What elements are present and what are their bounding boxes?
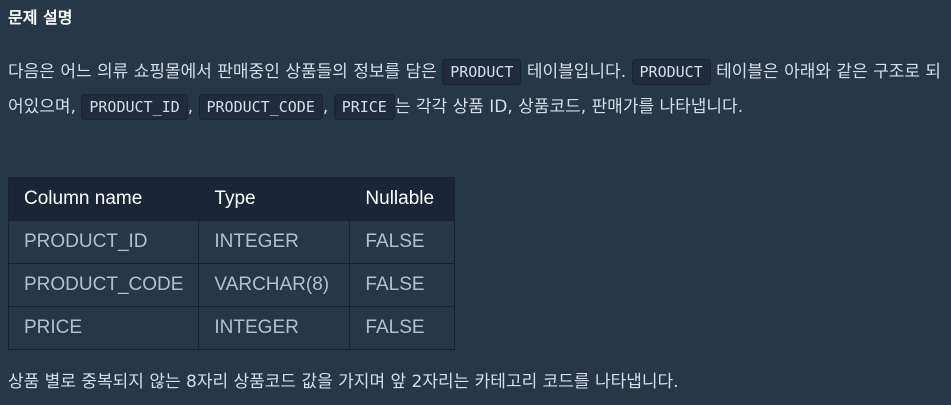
table-cell: PRICE — [7, 306, 200, 350]
table-row: PRODUCT_CODE VARCHAR(8) FALSE — [7, 263, 456, 307]
problem-description: 문제 설명 다음은 어느 의류 쇼핑몰에서 판매중인 상품들의 정보를 담은 P… — [0, 0, 951, 405]
schema-table: Column name Type Nullable PRODUCT_ID INT… — [7, 177, 456, 350]
inline-code-product-id: PRODUCT_ID — [81, 94, 188, 120]
table-cell: INTEGER — [198, 306, 351, 350]
table-cell: INTEGER — [198, 220, 351, 264]
inline-code-price: PRICE — [333, 94, 395, 120]
inline-code-product: PRODUCT — [442, 59, 522, 85]
inline-code-product-code: PRODUCT_CODE — [198, 94, 323, 120]
section-heading: 문제 설명 — [8, 8, 73, 27]
table-cell: PRODUCT_ID — [7, 220, 200, 264]
description-text: 테이블입니다. — [521, 62, 632, 82]
description-text: , — [187, 97, 199, 117]
table-cell: FALSE — [349, 263, 456, 307]
table-header-row: Column name Type Nullable — [7, 177, 456, 221]
description-text: 는 각각 상품 ID, 상품코드, 판매가를 나타냅니다. — [394, 97, 744, 117]
inline-code-product: PRODUCT — [631, 59, 711, 85]
table-row: PRODUCT_ID INTEGER FALSE — [7, 220, 456, 264]
description-text: , — [322, 97, 334, 117]
column-header: Nullable — [349, 177, 456, 221]
table-row: PRICE INTEGER FALSE — [7, 306, 456, 350]
table-cell: PRODUCT_CODE — [7, 263, 200, 307]
table-cell: VARCHAR(8) — [198, 263, 351, 307]
footer-note: 상품 별로 중복되지 않는 8자리 상품코드 값을 가지며 앞 2자리는 카테고… — [8, 372, 679, 392]
description-text: 다음은 어느 의류 쇼핑몰에서 판매중인 상품들의 정보를 담은 — [8, 62, 443, 82]
table-cell: FALSE — [349, 220, 456, 264]
description-paragraph: 다음은 어느 의류 쇼핑몰에서 판매중인 상품들의 정보를 담은 PRODUCT… — [8, 55, 948, 125]
table-cell: FALSE — [349, 306, 456, 350]
column-header: Type — [198, 177, 351, 221]
column-header: Column name — [7, 177, 200, 221]
